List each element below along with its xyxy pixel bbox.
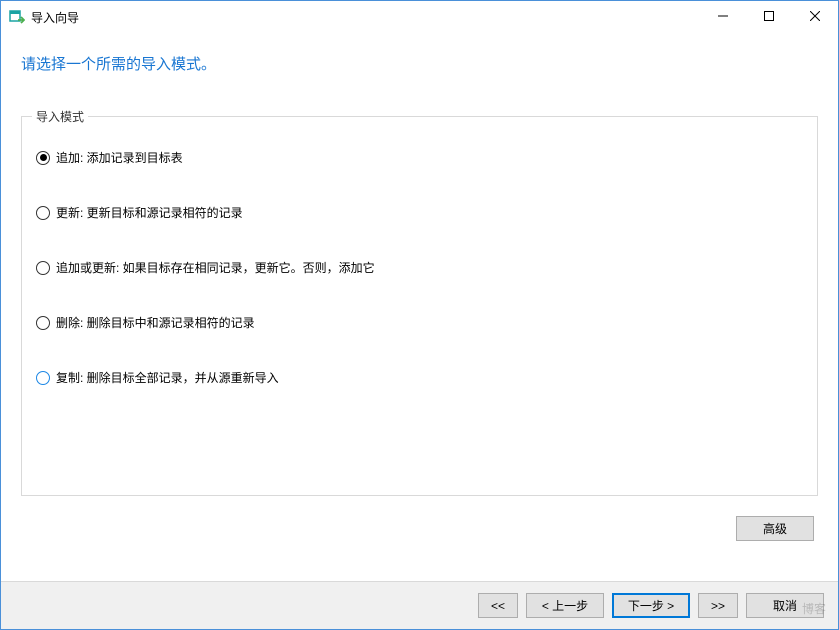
window-title: 导入向导 [31, 9, 700, 26]
back-button[interactable]: < 上一步 [526, 593, 604, 618]
wizard-footer: << < 上一步 下一步 > >> 取消 [1, 581, 838, 629]
close-button[interactable] [792, 1, 838, 31]
radio-label: 追加或更新: 如果目标存在相同记录，更新它。否则，添加它 [56, 259, 375, 276]
cancel-button[interactable]: 取消 [746, 593, 824, 618]
next-button[interactable]: 下一步 > [612, 593, 690, 618]
radio-option-append-update[interactable]: 追加或更新: 如果目标存在相同记录，更新它。否则，添加它 [36, 259, 805, 276]
radio-option-copy[interactable]: 复制: 删除目标全部记录，并从源重新导入 [36, 369, 805, 386]
first-button[interactable]: << [478, 593, 518, 618]
app-icon [9, 9, 25, 25]
radio-icon [36, 261, 50, 275]
titlebar: 导入向导 [1, 1, 838, 33]
group-label: 导入模式 [32, 108, 88, 125]
import-mode-group: 导入模式 追加: 添加记录到目标表 更新: 更新目标和源记录相符的记录 追加或更… [21, 116, 818, 496]
radio-icon [36, 151, 50, 165]
instruction-text: 请选择一个所需的导入模式。 [21, 53, 818, 74]
window-controls [700, 1, 838, 33]
radio-option-delete[interactable]: 删除: 删除目标中和源记录相符的记录 [36, 314, 805, 331]
radio-icon [36, 316, 50, 330]
minimize-button[interactable] [700, 1, 746, 31]
radio-label: 追加: 添加记录到目标表 [56, 149, 183, 166]
last-button[interactable]: >> [698, 593, 738, 618]
radio-label: 复制: 删除目标全部记录，并从源重新导入 [56, 369, 279, 386]
radio-icon [36, 206, 50, 220]
radio-label: 删除: 删除目标中和源记录相符的记录 [56, 314, 255, 331]
advanced-button[interactable]: 高级 [736, 516, 814, 541]
radio-icon [36, 371, 50, 385]
maximize-button[interactable] [746, 1, 792, 31]
radio-option-append[interactable]: 追加: 添加记录到目标表 [36, 149, 805, 166]
radio-label: 更新: 更新目标和源记录相符的记录 [56, 204, 243, 221]
radio-option-update[interactable]: 更新: 更新目标和源记录相符的记录 [36, 204, 805, 221]
advanced-row: 高级 [21, 516, 818, 541]
dialog-content: 请选择一个所需的导入模式。 导入模式 追加: 添加记录到目标表 更新: 更新目标… [1, 33, 838, 541]
